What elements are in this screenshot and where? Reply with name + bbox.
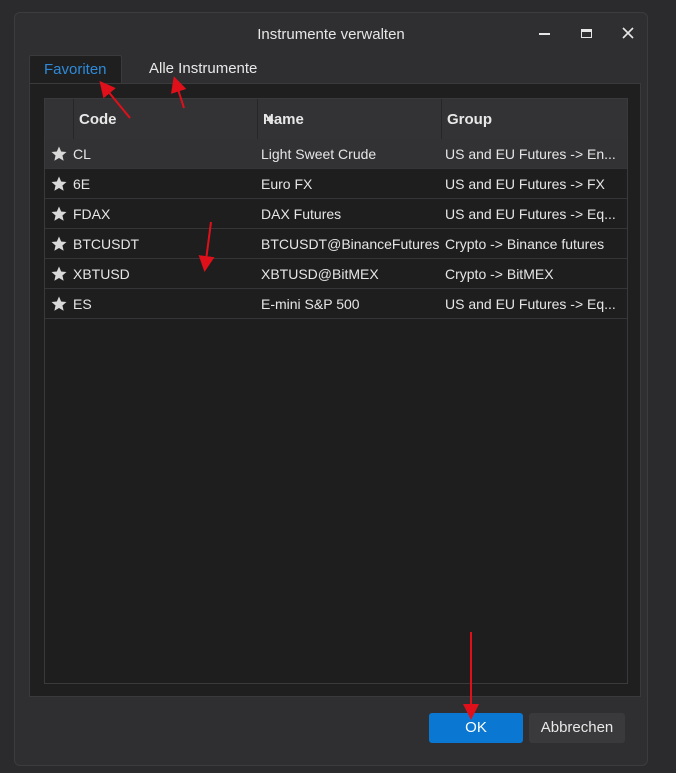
dialog-window: Instrumente verwalten Favoriten Alle Ins… [14,12,648,766]
column-header-group[interactable]: Group [441,99,627,139]
star-icon [51,146,67,161]
star-icon [51,176,67,191]
cell-group: US and EU Futures -> Eq... [445,206,616,222]
cancel-button[interactable]: Abbrechen [529,713,625,743]
table-row[interactable]: CL Light Sweet Crude US and EU Futures -… [45,139,627,169]
ok-button[interactable]: OK [429,713,523,743]
cell-code: XBTUSD [73,266,130,282]
cell-name: DAX Futures [261,206,342,222]
instrument-table: Code Name Group CL Light Sweet Crude US … [44,98,628,684]
cell-group: US and EU Futures -> En... [445,146,616,162]
column-header-name-label: Name [263,111,304,128]
tab-favoriten[interactable]: Favoriten [29,55,122,83]
cell-name: Euro FX [261,176,313,192]
title-bar[interactable]: Instrumente verwalten [15,13,647,53]
cell-name: XBTUSD@BitMEX [261,266,379,282]
favorite-toggle[interactable] [45,139,73,168]
favorite-toggle[interactable] [45,199,73,228]
tab-panel: Code Name Group CL Light Sweet Crude US … [29,83,641,697]
column-header-group-label: Group [447,111,492,128]
maximize-button[interactable] [571,21,601,45]
tab-alle-instrumente[interactable]: Alle Instrumente [135,55,271,83]
star-icon [51,266,67,281]
table-row[interactable]: BTCUSDT BTCUSDT@BinanceFutures Crypto ->… [45,229,627,259]
cell-code: BTCUSDT [73,236,140,252]
favorite-toggle[interactable] [45,259,73,288]
cell-code: 6E [73,176,91,192]
star-icon [51,236,67,251]
maximize-icon [580,28,592,38]
close-icon [622,27,634,39]
cell-name: BTCUSDT@BinanceFutures [261,236,440,252]
cell-group: Crypto -> BitMEX [445,266,554,282]
cell-code: ES [73,296,92,312]
cell-code: CL [73,146,91,162]
minimize-icon [538,33,550,35]
cell-name: Light Sweet Crude [261,146,377,162]
favorite-toggle[interactable] [45,229,73,258]
table-row[interactable]: FDAX DAX Futures US and EU Futures -> Eq… [45,199,627,229]
star-icon [51,296,67,311]
table-header: Code Name Group [45,99,627,139]
minimize-button[interactable] [529,21,559,45]
favorite-toggle[interactable] [45,169,73,198]
cell-code: FDAX [73,206,111,222]
table-row[interactable]: 6E Euro FX US and EU Futures -> FX [45,169,627,199]
column-header-code-label: Code [79,111,117,128]
favorite-toggle[interactable] [45,289,73,318]
cell-group: Crypto -> Binance futures [445,236,605,252]
header-star-column[interactable] [45,99,73,139]
cell-group: US and EU Futures -> FX [445,176,605,192]
table-row[interactable]: ES E-mini S&P 500 US and EU Futures -> E… [45,289,627,319]
cell-group: US and EU Futures -> Eq... [445,296,616,312]
column-header-name[interactable]: Name [257,99,441,139]
cell-name: E-mini S&P 500 [261,296,360,312]
close-button[interactable] [613,21,643,45]
table-row[interactable]: XBTUSD XBTUSD@BitMEX Crypto -> BitMEX [45,259,627,289]
star-icon [51,206,67,221]
column-header-code[interactable]: Code [73,99,274,139]
